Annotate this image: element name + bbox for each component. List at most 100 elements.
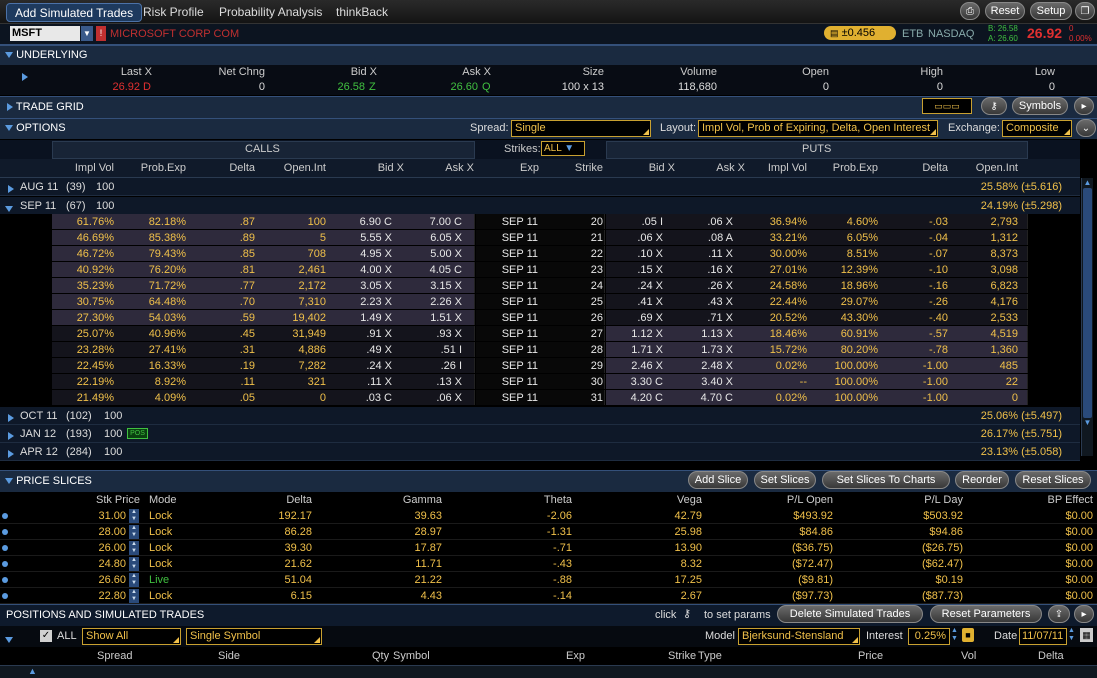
expand-icon[interactable] bbox=[8, 412, 14, 424]
delete-simulated-trades-button[interactable]: Delete Simulated Trades bbox=[777, 605, 923, 623]
call-ask[interactable]: .93 X bbox=[406, 326, 462, 342]
col-put-iv[interactable]: Impl Vol bbox=[746, 162, 807, 174]
col-call-bid[interactable]: Bid X bbox=[336, 162, 404, 174]
interest-input[interactable]: 0.25% bbox=[908, 628, 950, 645]
put-ask[interactable]: .26 X bbox=[676, 278, 733, 294]
tab-risk-profile[interactable]: Risk Profile bbox=[143, 3, 204, 22]
put-ask[interactable]: .08 A bbox=[676, 230, 733, 246]
call-ask[interactable]: 6.05 X bbox=[406, 230, 462, 246]
tab-add-simulated-trades[interactable]: Add Simulated Trades bbox=[6, 3, 143, 22]
call-bid[interactable]: 4.00 X bbox=[336, 262, 392, 278]
symbol-mode-select[interactable]: Single Symbol bbox=[186, 628, 322, 645]
scrollbar-thumb[interactable] bbox=[1083, 188, 1092, 418]
interest-spinner-icon[interactable]: ▲ ▼ bbox=[951, 627, 958, 643]
mode[interactable]: Lock bbox=[149, 556, 189, 572]
col-call-prob[interactable]: Prob.Exp bbox=[122, 162, 186, 174]
put-bid[interactable]: .24 X bbox=[606, 278, 663, 294]
put-ask[interactable]: 4.70 C bbox=[676, 390, 733, 406]
tab-thinkback[interactable]: thinkBack bbox=[336, 3, 388, 22]
reset-slices-button[interactable]: Reset Slices bbox=[1015, 471, 1091, 489]
mode[interactable]: Lock bbox=[149, 508, 189, 524]
stk-price[interactable]: 26.60 bbox=[60, 572, 126, 588]
strikes-select[interactable]: ALL ▼ bbox=[541, 141, 585, 156]
col-put-delta[interactable]: Delta bbox=[886, 162, 948, 174]
stk-price[interactable]: 26.00 bbox=[60, 540, 126, 556]
date-spinner-icon[interactable]: ▲ ▼ bbox=[1068, 627, 1075, 643]
col-call-ask[interactable]: Ask X bbox=[406, 162, 474, 174]
call-ask[interactable]: .51 I bbox=[406, 342, 462, 358]
call-bid[interactable]: 3.05 X bbox=[336, 278, 392, 294]
tab-probability-analysis[interactable]: Probability Analysis bbox=[219, 3, 322, 22]
date-input[interactable]: 11/07/11 bbox=[1019, 628, 1067, 645]
put-ask[interactable]: 1.13 X bbox=[676, 326, 733, 342]
slice-spinner-icon[interactable]: ▲ ▼ bbox=[129, 573, 139, 587]
call-ask[interactable]: 5.00 X bbox=[406, 246, 462, 262]
scrollbar-up-icon[interactable]: ▲ bbox=[1082, 178, 1093, 188]
expiry-row[interactable] bbox=[0, 407, 1080, 425]
put-bid[interactable]: .05 I bbox=[606, 214, 663, 230]
underlying-header[interactable]: UNDERLYING bbox=[0, 45, 1097, 65]
set-slices-to-charts-button[interactable]: Set Slices To Charts bbox=[822, 471, 950, 489]
put-ask[interactable]: .71 X bbox=[676, 310, 733, 326]
reset-button[interactable]: Reset bbox=[985, 2, 1025, 20]
slice-spinner-icon[interactable]: ▲ ▼ bbox=[129, 589, 139, 603]
stk-price[interactable]: 24.80 bbox=[60, 556, 126, 572]
put-ask[interactable]: .16 X bbox=[676, 262, 733, 278]
mode[interactable]: Lock bbox=[149, 588, 189, 604]
reset-parameters-button[interactable]: Reset Parameters bbox=[930, 605, 1042, 623]
call-bid[interactable]: .49 X bbox=[336, 342, 392, 358]
put-bid[interactable]: .10 X bbox=[606, 246, 663, 262]
mode[interactable]: Lock bbox=[149, 524, 189, 540]
call-ask[interactable]: 3.15 X bbox=[406, 278, 462, 294]
model-select[interactable]: Bjerksund-Stensland bbox=[738, 628, 860, 645]
call-bid[interactable]: .03 C bbox=[336, 390, 392, 406]
stk-price[interactable]: 28.00 bbox=[60, 524, 126, 540]
stk-price[interactable]: 22.80 bbox=[60, 588, 126, 604]
slice-bullet-icon[interactable] bbox=[2, 593, 8, 599]
col-call-iv[interactable]: Impl Vol bbox=[52, 162, 114, 174]
col-strike[interactable]: Strike bbox=[540, 162, 603, 174]
exchange-select[interactable]: Composite bbox=[1002, 120, 1072, 137]
scrollbar-down-icon[interactable]: ▼ bbox=[1082, 418, 1093, 428]
put-bid[interactable]: .69 X bbox=[606, 310, 663, 326]
positions-collapse-icon[interactable] bbox=[5, 634, 13, 646]
put-ask[interactable]: 2.48 X bbox=[676, 358, 733, 374]
expand-panel-icon[interactable]: ▲ bbox=[28, 666, 37, 676]
options-scrollbar[interactable]: ▲ ▼ bbox=[1081, 178, 1093, 456]
call-bid[interactable]: .11 X bbox=[336, 374, 392, 390]
put-bid[interactable]: 3.30 C bbox=[606, 374, 663, 390]
options-collapse-icon[interactable]: ⌄ bbox=[1076, 119, 1096, 137]
call-bid[interactable]: 4.95 X bbox=[336, 246, 392, 262]
expiry-row[interactable] bbox=[0, 443, 1080, 461]
call-ask[interactable]: 7.00 C bbox=[406, 214, 462, 230]
put-bid[interactable]: 2.46 X bbox=[606, 358, 663, 374]
call-bid[interactable]: 2.23 X bbox=[336, 294, 392, 310]
col-call-oi[interactable]: Open.Int bbox=[266, 162, 326, 174]
put-ask[interactable]: .43 X bbox=[676, 294, 733, 310]
wrench-icon[interactable]: ⚷ bbox=[981, 97, 1007, 115]
call-ask[interactable]: .06 X bbox=[406, 390, 462, 406]
call-bid[interactable]: 5.55 X bbox=[336, 230, 392, 246]
expand-icon[interactable] bbox=[8, 183, 14, 195]
spread-select[interactable]: Single bbox=[511, 120, 651, 137]
put-bid[interactable]: .15 X bbox=[606, 262, 663, 278]
underlying-expand-icon[interactable] bbox=[22, 71, 28, 83]
col-put-oi[interactable]: Open.Int bbox=[956, 162, 1018, 174]
slice-spinner-icon[interactable]: ▲ ▼ bbox=[129, 525, 139, 539]
col-put-bid[interactable]: Bid X bbox=[606, 162, 675, 174]
mode[interactable]: Live bbox=[149, 572, 189, 588]
print-icon[interactable]: ⎙ bbox=[960, 2, 980, 20]
call-ask[interactable]: 1.51 X bbox=[406, 310, 462, 326]
put-bid[interactable]: 4.20 C bbox=[606, 390, 663, 406]
put-bid[interactable]: 1.12 X bbox=[606, 326, 663, 342]
slice-spinner-icon[interactable]: ▲ ▼ bbox=[129, 557, 139, 571]
reorder-button[interactable]: Reorder bbox=[955, 471, 1009, 489]
all-checkbox[interactable]: ✓ bbox=[40, 630, 52, 642]
show-select[interactable]: Show All bbox=[82, 628, 181, 645]
positions-menu-icon[interactable]: ▸ bbox=[1074, 605, 1094, 623]
slice-bullet-icon[interactable] bbox=[2, 577, 8, 583]
put-bid[interactable]: .41 X bbox=[606, 294, 663, 310]
expiry-row-sep11[interactable] bbox=[0, 197, 1080, 215]
slice-bullet-icon[interactable] bbox=[2, 529, 8, 535]
slice-bullet-icon[interactable] bbox=[2, 513, 8, 519]
